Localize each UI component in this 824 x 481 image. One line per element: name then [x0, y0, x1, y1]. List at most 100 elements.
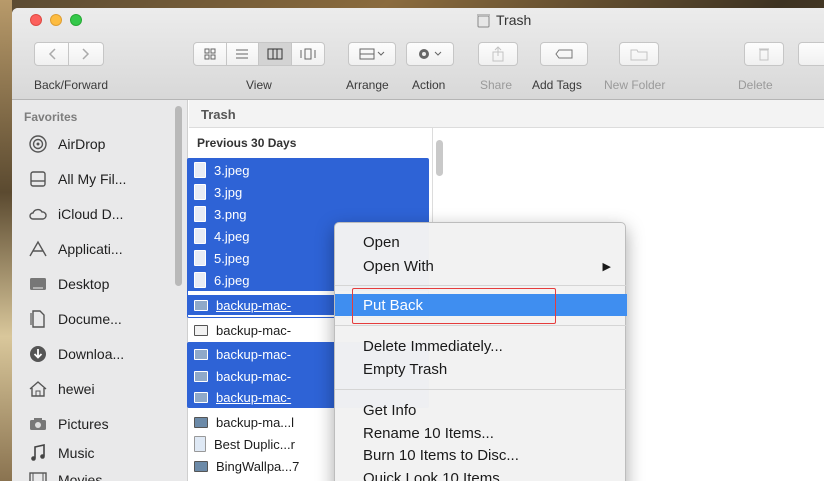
trash-can-icon: [759, 48, 769, 61]
date-group-header: Previous 30 Days: [197, 136, 297, 150]
sidebar-item-movies[interactable]: Movies: [28, 468, 102, 481]
arrange-button[interactable]: [348, 42, 396, 66]
sidebar-item-label: Movies: [58, 472, 103, 481]
sidebar-item-downloads[interactable]: Downloa...: [28, 342, 124, 366]
action-label: Action: [412, 78, 446, 92]
add-tags-button[interactable]: [540, 42, 588, 66]
image-file-icon: [194, 460, 208, 472]
image-file-icon: [194, 272, 206, 288]
minimize-window-button[interactable]: [50, 14, 62, 26]
sidebar-item-label: Applicati...: [58, 241, 123, 257]
delete-button[interactable]: [744, 42, 784, 66]
arrange-grid-icon: [359, 48, 385, 60]
menu-separator: [335, 285, 627, 286]
back-button[interactable]: [35, 43, 70, 65]
movies-icon: [29, 472, 47, 481]
downloads-icon: [30, 346, 46, 362]
share-icon: [492, 46, 504, 62]
menu-item-delete-immediately[interactable]: Delete Immediately...: [335, 335, 627, 357]
screenshot-file-icon: [194, 391, 208, 403]
menu-item-quick-look[interactable]: Quick Look 10 Items: [335, 467, 627, 481]
new-folder-button[interactable]: [619, 42, 659, 66]
sidebar-item-all-my-files[interactable]: All My Fil...: [28, 167, 126, 191]
action-button[interactable]: [406, 42, 454, 66]
screenshot-file-icon: [194, 416, 208, 428]
image-file-icon: [194, 228, 206, 244]
menu-item-open-with[interactable]: Open With ▶: [335, 255, 627, 277]
sidebar-item-pictures[interactable]: Pictures: [28, 412, 109, 436]
image-file-icon: [194, 206, 206, 222]
chevron-left-icon: [48, 48, 56, 60]
gear-icon: [419, 49, 442, 59]
share-button[interactable]: [478, 42, 518, 66]
trash-icon: [477, 13, 490, 27]
highlight-callout: [352, 288, 556, 324]
sidebar-section-favorites: Favorites: [24, 110, 78, 124]
menu-separator: [335, 325, 627, 326]
cloud-icon: [29, 208, 47, 220]
arrange-label: Arrange: [346, 78, 389, 92]
list-icon: [236, 49, 249, 59]
icon-grid-icon: [204, 48, 216, 60]
sidebar-item-music[interactable]: Music: [28, 441, 95, 465]
icon-view-button[interactable]: [194, 43, 227, 65]
maximize-window-button[interactable]: [70, 14, 82, 26]
file-name: backup-mac-: [216, 322, 292, 338]
submenu-arrow-icon: ▶: [602, 260, 611, 273]
screenshot-file-icon: [194, 299, 208, 311]
new-folder-icon: [630, 49, 648, 60]
sidebar-item-label: All My Fil...: [58, 171, 127, 187]
view-control[interactable]: [193, 42, 325, 66]
file-name: 3.jpg: [214, 184, 243, 200]
sidebar-item-applications[interactable]: Applicati...: [28, 237, 123, 261]
toolbar-overflow-button[interactable]: [798, 42, 824, 66]
file-name: BingWallpa...7: [216, 458, 300, 474]
sidebar-item-icloud-drive[interactable]: iCloud D...: [28, 202, 123, 226]
sidebar-item-label: Downloa...: [58, 346, 125, 362]
column-view-button[interactable]: [259, 43, 292, 65]
back-forward-control[interactable]: [34, 42, 104, 66]
menu-separator: [335, 389, 627, 390]
applications-icon: [29, 240, 47, 257]
chevron-right-icon: [82, 48, 90, 60]
sidebar-item-label: Desktop: [58, 276, 110, 292]
forward-button[interactable]: [69, 43, 103, 65]
sidebar-item-home[interactable]: hewei: [28, 377, 95, 401]
file-row[interactable]: 3.jpg: [188, 181, 428, 203]
sidebar-item-label: Pictures: [58, 416, 109, 432]
sidebar-item-label: hewei: [58, 381, 95, 397]
sidebar-scrollbar[interactable]: [175, 106, 182, 286]
close-window-button[interactable]: [30, 14, 42, 26]
menu-item-open[interactable]: Open: [335, 231, 627, 253]
finder-window: Trash Back/Forward View Arrange Action S…: [12, 8, 824, 481]
airdrop-icon: [29, 135, 47, 153]
app-file-icon: [194, 436, 206, 452]
new-folder-label: New Folder: [604, 78, 666, 92]
sidebar-item-desktop[interactable]: Desktop: [28, 272, 109, 296]
menu-item-burn[interactable]: Burn 10 Items to Disc...: [335, 444, 627, 466]
cover-flow-icon: [300, 48, 316, 60]
sidebar-item-airdrop[interactable]: AirDrop: [28, 132, 105, 156]
menu-item-rename[interactable]: Rename 10 Items...: [335, 422, 627, 444]
cover-flow-view-button[interactable]: [292, 43, 324, 65]
sidebar: Favorites AirDrop All My Fil... iCloud D…: [12, 100, 188, 481]
menu-item-get-info[interactable]: Get Info: [335, 399, 627, 421]
list-view-button[interactable]: [227, 43, 259, 65]
view-label: View: [246, 78, 272, 92]
image-file-icon: [194, 162, 206, 178]
file-row[interactable]: 3.jpeg: [188, 159, 428, 181]
all-files-icon: [30, 171, 46, 187]
back-forward-label: Back/Forward: [34, 78, 109, 92]
image-file-icon: [194, 250, 206, 266]
menu-item-empty-trash[interactable]: Empty Trash: [335, 358, 627, 380]
image-file-icon: [194, 184, 206, 200]
column-scrollbar[interactable]: [436, 140, 443, 176]
sidebar-item-documents[interactable]: Docume...: [28, 307, 122, 331]
camera-icon: [30, 418, 46, 430]
delete-label: Delete: [738, 78, 773, 92]
screenshot-file-icon: [194, 324, 208, 336]
path-header: Trash: [189, 100, 824, 128]
file-name: backup-mac-: [216, 346, 292, 362]
sidebar-item-label: Docume...: [58, 311, 122, 327]
file-name: 4.jpeg: [214, 228, 250, 244]
